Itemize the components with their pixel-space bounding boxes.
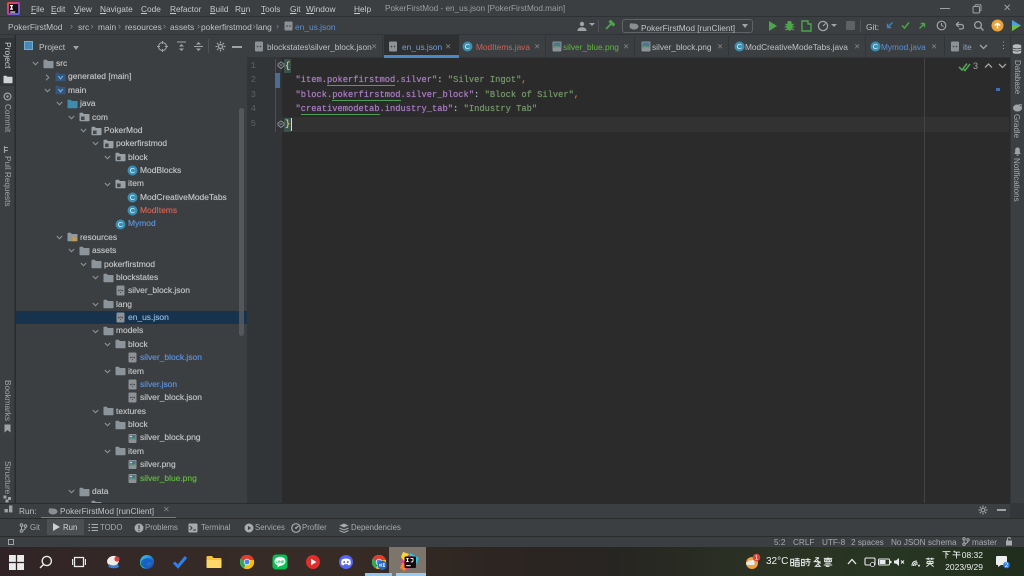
svg-text:C: C — [130, 206, 136, 215]
svg-text::: : — [131, 382, 135, 389]
svg-text::: : — [131, 355, 135, 362]
svg-text:C: C — [737, 42, 743, 51]
svg-text:C: C — [118, 220, 124, 229]
svg-text:C: C — [130, 166, 136, 175]
svg-text:C: C — [130, 193, 136, 202]
svg-text::: : — [119, 288, 123, 295]
svg-text:C: C — [873, 42, 879, 51]
svg-text::: : — [119, 315, 123, 322]
svg-text::: : — [131, 395, 135, 402]
svg-text:LINE: LINE — [275, 559, 284, 564]
svg-text:C: C — [465, 42, 471, 51]
